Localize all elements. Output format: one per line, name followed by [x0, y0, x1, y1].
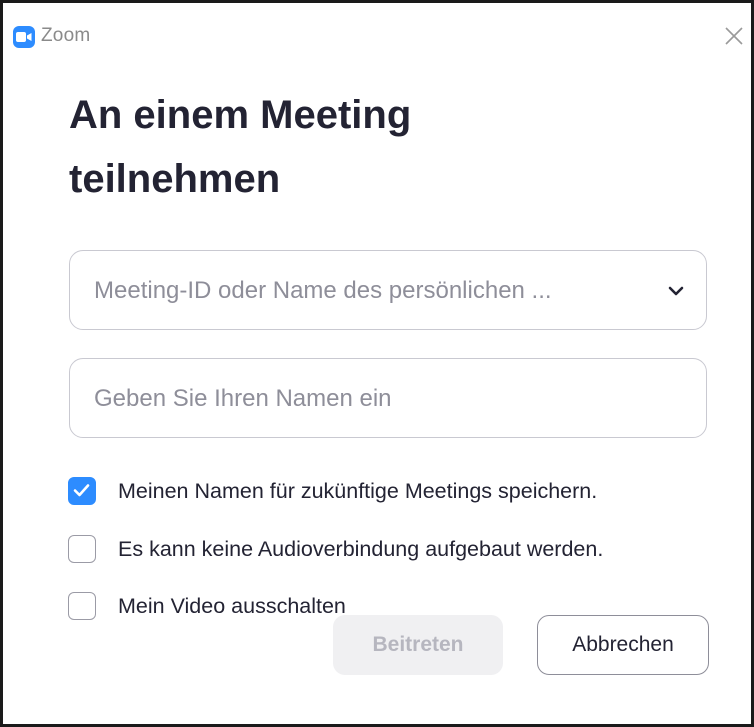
close-icon[interactable] — [723, 25, 745, 47]
option-no-audio[interactable]: Es kann keine Audioverbindung aufgebaut … — [68, 533, 603, 565]
name-field[interactable] — [69, 358, 707, 439]
remember-name-label: Meinen Namen für zukünftige Meetings spe… — [118, 478, 598, 503]
zoom-camera-icon — [13, 26, 35, 48]
video-off-label: Mein Video ausschalten — [118, 593, 346, 618]
join-button[interactable]: Beitreten — [333, 615, 503, 675]
video-off-checkbox[interactable] — [68, 592, 96, 620]
page-title: An einem Meeting teilnehmen — [69, 93, 412, 201]
cancel-button[interactable]: Abbrechen — [537, 615, 709, 675]
meeting-id-field[interactable] — [69, 250, 707, 331]
remember-name-checkbox[interactable] — [68, 477, 96, 505]
option-video-off[interactable]: Mein Video ausschalten — [68, 590, 346, 622]
chevron-down-icon[interactable] — [664, 279, 688, 303]
window-title: Zoom — [41, 25, 91, 46]
meeting-id-input[interactable] — [92, 251, 636, 331]
checkmark-icon — [73, 484, 90, 497]
join-meeting-dialog: Zoom An einem Meeting teilnehmen Meinen … — [0, 0, 754, 727]
title-bar: Zoom — [3, 3, 751, 49]
name-input[interactable] — [92, 359, 686, 439]
option-remember-name[interactable]: Meinen Namen für zukünftige Meetings spe… — [68, 475, 597, 507]
no-audio-label: Es kann keine Audioverbindung aufgebaut … — [118, 536, 604, 561]
no-audio-checkbox[interactable] — [68, 535, 96, 563]
